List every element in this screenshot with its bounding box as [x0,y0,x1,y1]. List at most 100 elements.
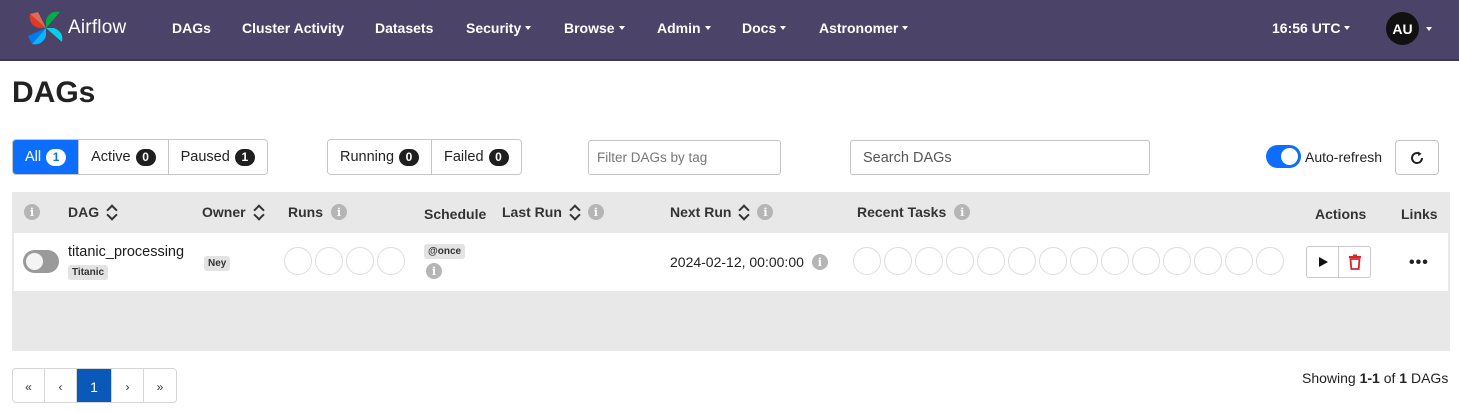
task-status-circle[interactable] [1256,247,1284,275]
task-status-circle[interactable] [1194,247,1222,275]
info-icon: i [954,204,971,220]
header-actions: Actions [1315,206,1366,222]
dags-table: i DAG Owner Runs i Schedule Last Run i Nex… [12,192,1450,351]
delete-dag-button[interactable] [1338,246,1371,278]
page-last-button[interactable]: » [144,369,176,402]
table-header: i DAG Owner Runs i Schedule Last Run i Nex… [12,192,1450,233]
chevron-down-icon[interactable] [1426,27,1432,31]
filter-paused-button[interactable]: Paused 1 [168,140,267,174]
auto-refresh-toggle[interactable]: Auto-refresh [1266,145,1382,168]
dag-tag[interactable]: Titanic [68,265,109,280]
task-status-circle[interactable] [884,247,912,275]
page-first-button[interactable]: « [13,369,45,402]
more-links-icon[interactable]: ••• [1409,255,1429,271]
run-status-circle[interactable] [377,247,405,275]
run-status-circle[interactable] [284,247,312,275]
header-links: Links [1401,206,1438,222]
owner-tag[interactable]: Ney [204,256,231,271]
sort-icon[interactable] [107,204,117,220]
sort-icon[interactable] [570,204,580,220]
filter-active-button[interactable]: Active 0 [79,140,169,174]
refresh-button[interactable] [1395,140,1439,175]
header-runs-label: Runs [288,204,323,220]
user-avatar[interactable]: AU [1386,12,1419,45]
play-icon [1318,257,1328,267]
task-status-circle[interactable] [1070,247,1098,275]
filter-failed-count: 0 [488,148,509,166]
pagination: « ‹ 1 › » [12,368,177,403]
filter-failed-button[interactable]: Failed 0 [432,140,521,174]
filter-paused-label: Paused [180,149,230,165]
info-icon: i [331,204,347,220]
task-status-circle[interactable] [1008,247,1036,275]
trash-icon [1348,254,1361,270]
filter-all-button[interactable]: All 1 [13,140,80,174]
nav-browse[interactable]: Browse [564,20,625,36]
header-owner-label: Owner [202,204,246,220]
pause-toggle[interactable] [23,250,59,273]
table-row: titanic_processing Titanic Ney @once i 2… [14,233,1448,291]
refresh-icon [1411,151,1424,164]
header-last-run[interactable]: Last Run i [502,204,604,220]
task-status-circle[interactable] [1225,247,1253,275]
task-status-circle[interactable] [1039,247,1067,275]
task-status-circle[interactable] [853,247,881,275]
filter-active-count: 0 [135,148,156,166]
header-last-run-label: Last Run [502,204,562,220]
page-title: DAGs [12,76,96,109]
sort-icon[interactable] [739,204,749,220]
filter-failed-label: Failed [444,149,484,165]
task-status-circle[interactable] [946,247,974,275]
nav-astronomer[interactable]: Astronomer [819,20,908,36]
trigger-dag-button[interactable] [1306,246,1339,278]
next-run-value: 2024-02-12, 00:00:00 i [670,254,828,270]
task-status-circle[interactable] [915,247,943,275]
showing-prefix: Showing [1302,370,1356,386]
nav-datasets[interactable]: Datasets [375,20,433,36]
auto-refresh-switch[interactable] [1266,145,1301,168]
page-next-button[interactable]: › [112,369,144,402]
task-status-circle[interactable] [977,247,1005,275]
dag-id-link[interactable]: titanic_processing [68,244,184,260]
showing-suffix: DAGs [1410,370,1449,386]
filter-all-label: All [25,149,42,165]
header-recent-tasks-label: Recent Tasks [857,204,947,220]
tag-filter-input[interactable]: Filter DAGs by tag [588,140,781,175]
nav-docs[interactable]: Docs [742,20,786,36]
search-input[interactable]: Search DAGs [850,140,1150,175]
nav-security[interactable]: Security [466,20,531,36]
info-icon: i [757,204,774,220]
airflow-brand[interactable]: Airflow [26,6,136,50]
header-owner[interactable]: Owner [202,204,264,220]
header-recent-tasks: Recent Tasks i [857,204,971,220]
nav-admin[interactable]: Admin [657,20,711,36]
nav-cluster-activity[interactable]: Cluster Activity [242,20,344,36]
filter-all-count: 1 [46,148,67,166]
header-runs: Runs i [288,204,347,220]
results-count: Showing 1-1 of 1 DAGs [1302,370,1448,386]
info-icon: i [811,254,828,270]
auto-refresh-label: Auto-refresh [1305,148,1383,165]
airflow-logo-icon [28,11,63,45]
info-icon: i [587,204,604,220]
header-dag[interactable]: DAG [68,204,117,220]
nav-dags[interactable]: DAGs [172,20,211,36]
header-next-run[interactable]: Next Run i [670,204,774,220]
task-status-circle[interactable] [1163,247,1191,275]
header-links-label: Links [1401,206,1438,222]
task-status-circle[interactable] [1101,247,1129,275]
run-status-circle[interactable] [315,247,343,275]
page-prev-button[interactable]: ‹ [45,369,77,402]
task-status-circle[interactable] [1132,247,1160,275]
top-navbar: Airflow DAGs Cluster Activity Datasets S… [0,0,1459,61]
sort-icon[interactable] [254,204,264,220]
info-icon: i [426,263,442,279]
timezone-dropdown[interactable]: 16:56 UTC [1272,20,1350,36]
header-info: i [24,204,40,220]
header-actions-label: Actions [1315,206,1367,222]
schedule-tag[interactable]: @once [424,244,466,259]
header-schedule-label: Schedule [424,206,487,222]
page-current-button[interactable]: 1 [77,369,112,402]
filter-running-button[interactable]: Running 0 [328,140,433,174]
run-status-circle[interactable] [346,247,374,275]
